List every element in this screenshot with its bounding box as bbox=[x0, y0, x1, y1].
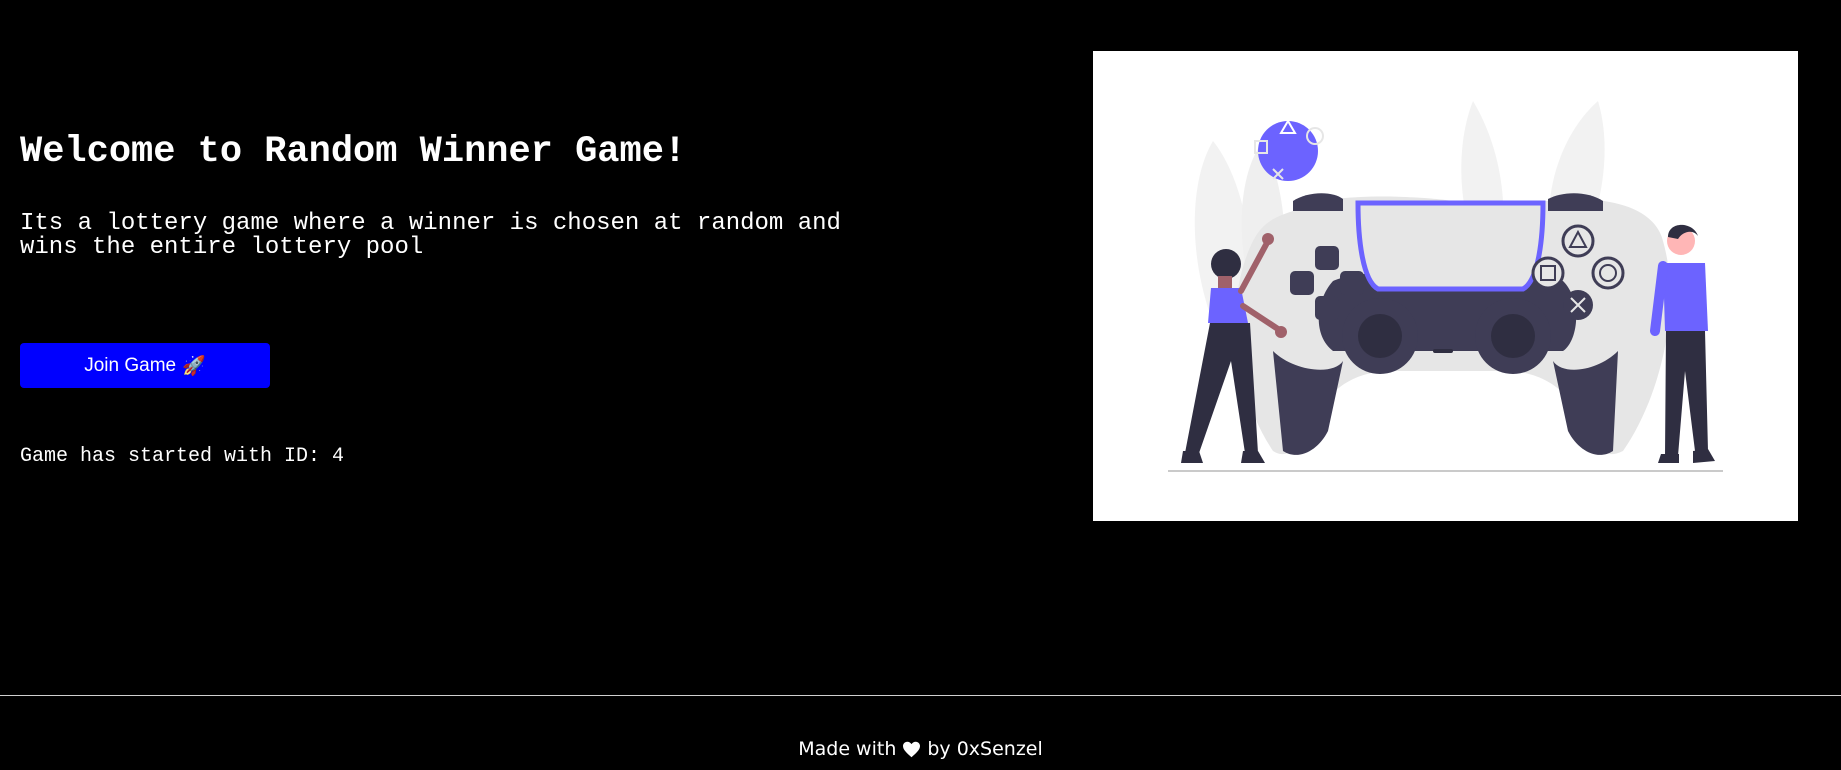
rocket-icon: 🚀 bbox=[182, 355, 206, 377]
game-description: Its a lottery game where a winner is cho… bbox=[20, 210, 841, 261]
footer: Made with by 0xSenzel bbox=[0, 738, 1841, 760]
game-status: Game has started with ID: 4 bbox=[20, 445, 345, 468]
join-game-button[interactable]: Join Game 🚀 bbox=[20, 343, 270, 388]
page-title: Welcome to Random Winner Game! bbox=[20, 131, 687, 173]
footer-author: by 0xSenzel bbox=[927, 738, 1043, 760]
footer-made-with: Made with bbox=[798, 738, 897, 760]
join-game-label: Join Game bbox=[84, 354, 177, 376]
game-controller-illustration bbox=[1093, 51, 1798, 521]
footer-divider bbox=[0, 695, 1841, 696]
heart-icon bbox=[903, 741, 921, 757]
